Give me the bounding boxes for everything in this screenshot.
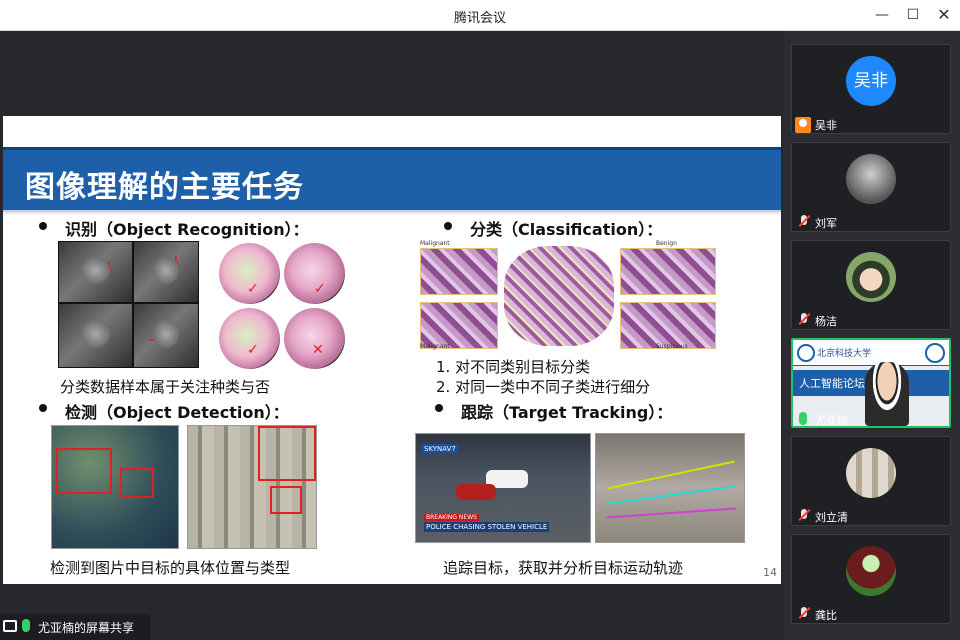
slide-title: 图像理解的主要任务 <box>25 170 304 205</box>
participant-name: 尤亚楠 <box>815 414 848 427</box>
traffic-tracking-image: SKYNAV7 BREAKING NEWS POLICE CHASING STO… <box>415 433 591 543</box>
screen-share-icon <box>3 620 17 632</box>
bullet-icon <box>435 404 443 412</box>
aerial-harbor-image <box>51 425 179 549</box>
avatar <box>846 546 896 596</box>
participant-tile[interactable]: 刘立清 <box>791 436 951 526</box>
participant-name: 吴非 <box>815 119 837 132</box>
muted-microphone-icon <box>798 509 810 522</box>
participant-name: 龚比 <box>815 609 837 622</box>
bullet-icon <box>444 222 452 230</box>
ct-scan-image: ↓ <box>58 241 133 303</box>
participant-tile[interactable]: 杨洁 <box>791 240 951 330</box>
participant-tile[interactable]: 刘军 <box>791 142 951 232</box>
participant-name: 杨洁 <box>815 315 837 328</box>
forum-logo-icon <box>925 343 945 363</box>
tracking-title: 跟踪（Target Tracking）： <box>461 403 673 422</box>
university-logo-icon <box>797 344 815 362</box>
participant-name: 刘军 <box>815 217 837 230</box>
pathology-slide-image: ✕ <box>284 308 345 369</box>
classification-list: 1. 对不同类别目标分类 2. 对同一类中不同子类进行细分 <box>436 356 650 396</box>
participant-name: 刘立清 <box>815 511 848 524</box>
pedestrian-tracking-image <box>595 433 745 543</box>
recognition-caption: 分类数据样本属于关注种类与否 <box>60 378 271 396</box>
detection-title: 检测（Object Detection）： <box>65 403 289 422</box>
detection-caption: 检测到图片中目标的具体位置与类型 <box>50 559 291 577</box>
muted-microphone-icon <box>798 215 810 228</box>
list-item: 1. 对不同类别目标分类 <box>436 358 591 376</box>
classification-title: 分类（Classification）： <box>470 220 663 239</box>
close-icon[interactable]: ✕ <box>933 5 955 25</box>
bullet-icon <box>39 222 47 230</box>
participant-tile-speaking[interactable]: 北京科技大学 人工智能论坛 尤亚楠 <box>791 338 951 428</box>
minimize-icon[interactable]: — <box>871 5 893 25</box>
muted-microphone-icon <box>798 313 810 326</box>
recognition-title: 识别（Object Recognition）： <box>65 220 309 239</box>
ct-scan-image: → <box>58 303 133 368</box>
window-title: 腾讯会议 <box>453 11 506 26</box>
pathology-slide-image: ✓ <box>219 308 280 369</box>
microphone-icon <box>799 412 807 425</box>
avatar <box>846 154 896 204</box>
screen-share-label: 尤亚楠的屏幕共享 <box>0 614 150 640</box>
histology-figure: Malignant Benign Malignant Suspicious <box>416 240 721 350</box>
participant-sidebar: 吴非 吴非 刘军 杨洁 北京科技大学 人工智能论坛 尤亚楠 刘立清 龚比 <box>783 31 960 640</box>
participant-tile[interactable]: 龚比 <box>791 534 951 624</box>
aerial-city-image <box>187 425 317 549</box>
pathology-slide-image: ✓ <box>284 243 345 304</box>
slide-title-banner: 图像理解的主要任务 <box>3 147 781 210</box>
page-number: 14 <box>763 566 777 579</box>
bullet-icon <box>39 404 47 412</box>
tracking-caption: 追踪目标，获取并分析目标运动轨迹 <box>443 559 684 577</box>
shared-screen-area: 图像理解的主要任务 识别（Object Recognition）： ↓ ↓ → … <box>0 31 783 640</box>
avatar <box>846 252 896 302</box>
participant-tile[interactable]: 吴非 吴非 <box>791 44 951 134</box>
muted-microphone-icon <box>798 607 810 620</box>
ct-scan-image: ↓ <box>133 241 199 303</box>
maximize-icon[interactable]: ☐ <box>902 5 924 25</box>
avatar <box>846 448 896 498</box>
pathology-slide-image: ✓ <box>219 243 280 304</box>
presentation-slide: 图像理解的主要任务 识别（Object Recognition）： ↓ ↓ → … <box>3 116 781 584</box>
title-bar: 腾讯会议 — ☐ ✕ <box>0 0 960 31</box>
ct-scan-image: → <box>133 303 199 368</box>
microphone-icon <box>22 619 30 632</box>
list-item: 2. 对同一类中不同子类进行细分 <box>436 378 651 396</box>
avatar: 吴非 <box>846 56 896 106</box>
host-icon <box>795 117 811 133</box>
